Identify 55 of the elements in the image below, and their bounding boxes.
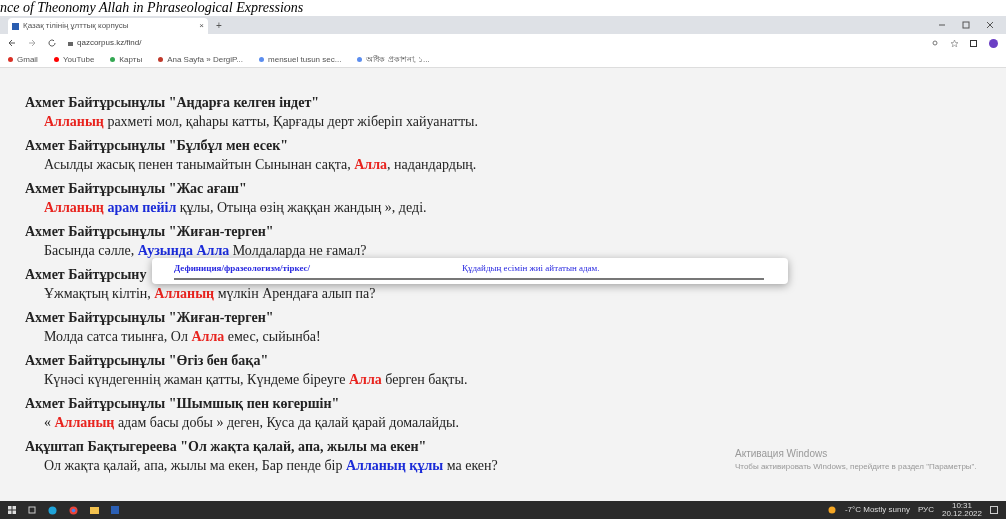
entry-line: Ол жақта қалай, апа, жылы ма екен, Бар пенде бір Алланың құлы ма екен? xyxy=(44,457,498,475)
side-panel-icon[interactable] xyxy=(970,39,977,47)
entry-line: « Алланың адам басы добы » деген, Куса да қалай қарай домалайды. xyxy=(44,414,459,432)
weather-icon xyxy=(827,506,837,514)
profile-avatar[interactable] xyxy=(989,38,998,48)
tab-close[interactable]: × xyxy=(199,20,204,32)
entry-title: Ахмет Байтұрсынұлы "Жас ағаш" xyxy=(25,180,247,198)
entry-title: Ахмет Байтұрсынұлы "Шымшық пен көгершін" xyxy=(25,395,340,413)
activation-text: Чтобы активировать Windows, перейдите в раздел "Параметры". xyxy=(735,461,977,473)
entry-line: Ұжмақтың кілтін, Алланың мүлкін Арендаға алып па? xyxy=(44,285,376,303)
entry-title: Ахмет Байтұрсынұлы "Бұлбұл мен есек" xyxy=(25,137,289,155)
address-field[interactable]: qazcorpus.kz/find/ xyxy=(68,37,142,49)
task-view-icon[interactable] xyxy=(28,506,36,514)
edge-icon[interactable] xyxy=(48,505,57,515)
chrome-icon[interactable] xyxy=(69,505,78,515)
entry-line: Басында сәлле, Аузында Алла Молдаларда не ғамал? xyxy=(44,242,367,260)
activation-title: Активация Windows xyxy=(735,447,828,461)
tab-title: Қазақ тілінің ұлттық корпусы xyxy=(23,20,129,32)
popup-definition: Құдайдың есімін жиі айтатын адам. xyxy=(462,262,600,276)
entry-line: Асылды жасық пенен танымайтын Сынынан сақта, Алла, надандардың. xyxy=(44,156,477,174)
browser-tab[interactable]: Қазақ тілінің ұлттық корпусы × xyxy=(8,18,208,34)
star-icon[interactable] xyxy=(951,39,958,47)
language-indicator[interactable]: РУС xyxy=(917,504,934,516)
reload-icon[interactable] xyxy=(48,39,56,47)
bookmark[interactable]: Карты xyxy=(110,53,143,66)
notification-icon[interactable] xyxy=(990,506,998,514)
entry-line: Молда сатса тиынға, Ол Алла емес, сыйынба! xyxy=(44,328,321,346)
bookmark[interactable]: অধিক প্রকাশনা, ১... xyxy=(357,53,430,66)
new-tab-button[interactable]: + xyxy=(216,17,222,33)
entry-title: Ахмет Байтұрсынұлы "Аңдарға келген індет" xyxy=(25,94,320,112)
entry-line: Күнәсі күндегеннің жаман қатты, Күндеме біреуге Алла берген бақты. xyxy=(44,371,468,389)
search-icon[interactable] xyxy=(932,39,939,47)
clock-time: 10:31 xyxy=(951,502,972,510)
entry-title: Ахмет Байтұрсынұлы "Жиған-терген" xyxy=(25,223,274,241)
windows-icon[interactable] xyxy=(8,506,16,514)
site-icon xyxy=(12,22,19,30)
caption-text: nce of Theonomy Allah in Phraseological Expressions xyxy=(0,0,304,16)
weather-text: -7°C Mostly sunny xyxy=(844,504,910,516)
entry-title: Ақұштап Бақтыгереева "Ол жақта қалай, апа, жылы ма екен" xyxy=(25,438,427,456)
lock-icon xyxy=(68,40,73,46)
restore-icon[interactable] xyxy=(962,21,970,29)
clock-date: 20.12.2022 xyxy=(941,510,982,518)
bookmark[interactable]: mensuel tusun sec... xyxy=(259,53,342,66)
bookmark[interactable]: YouTube xyxy=(53,53,95,66)
entry-line: Алланың рахметі мол, қаһары катты, Қарғады дерт жіберіп хайуанатты. xyxy=(44,113,478,131)
entry-title: Ахмет Байтұрсынұлы "Өгіз бен бақа" xyxy=(25,352,269,370)
entry-title: Ахмет Байтұрсыну xyxy=(25,266,147,284)
close-icon[interactable] xyxy=(986,21,994,29)
entry-title: Ахмет Байтұрсынұлы "Жиған-терген" xyxy=(25,309,274,327)
popup-term: Дефиниция/фразеологизм/тіркес/ xyxy=(174,262,312,276)
bookmark[interactable]: Gmail xyxy=(8,53,38,66)
back-icon[interactable] xyxy=(8,39,16,47)
entry-line: Алланың арам пейіл құлы, Отыңа өзің жаққан жандың », деді. xyxy=(44,199,427,217)
bookmark[interactable]: Ana Sayfa » DergiP... xyxy=(158,53,244,66)
folder-icon[interactable] xyxy=(90,506,99,514)
